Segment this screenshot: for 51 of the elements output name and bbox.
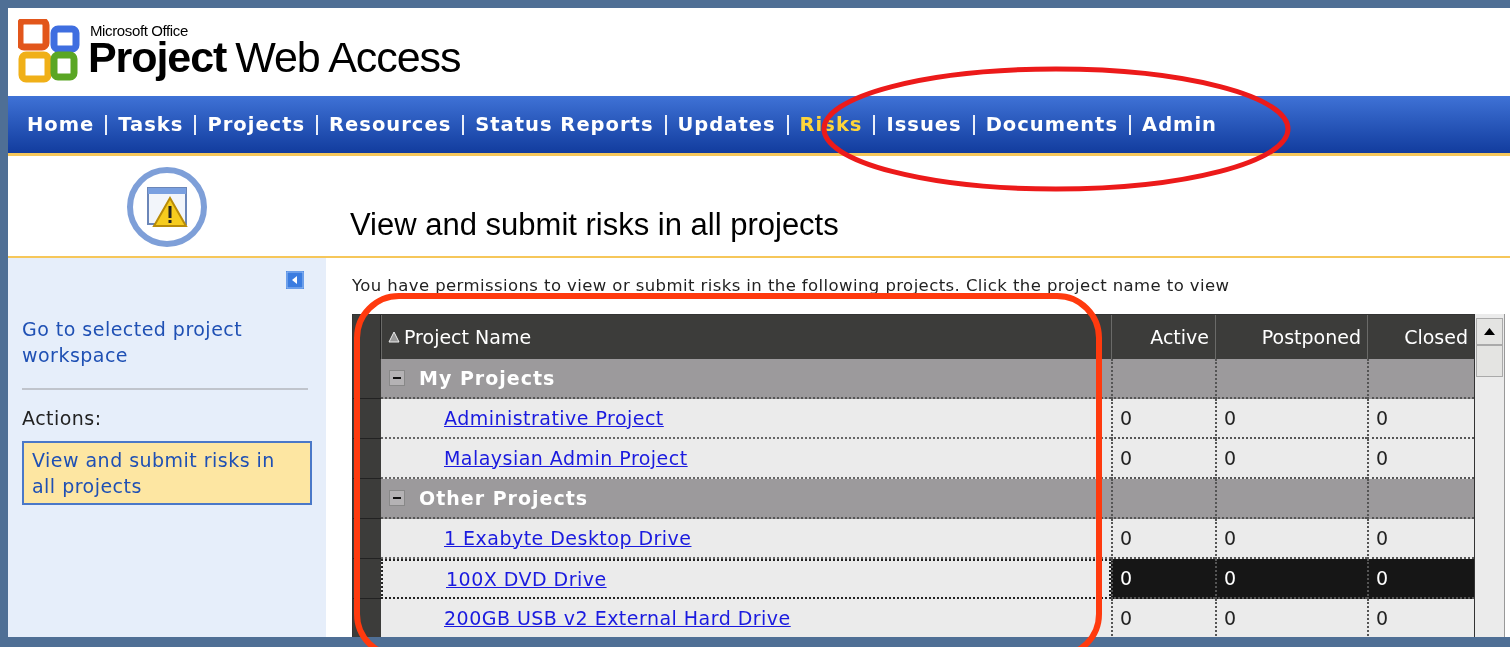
workspace-link[interactable]: Go to selected project workspace [22, 316, 292, 368]
intro-text: You have permissions to view or submit risks in the following projects. Click the project name to view [352, 275, 1231, 297]
product-name-bold: Project [88, 36, 227, 79]
column-header[interactable]: Postponed [1215, 314, 1367, 359]
nav-tab[interactable]: Resources [329, 109, 452, 140]
table-cell: 0 [1111, 438, 1215, 479]
scrollbar[interactable] [1475, 313, 1505, 637]
actions-label: Actions: [22, 406, 103, 431]
table-cell: 0 [1367, 518, 1474, 559]
table-cell: 0 [1215, 598, 1367, 637]
table-cell: 0 [1367, 558, 1474, 599]
nav-tab[interactable]: Projects [207, 109, 306, 140]
table-cell: 0 [1111, 558, 1215, 599]
brand-name: Microsoft Office [90, 23, 189, 38]
table-cell: 0 [1215, 438, 1367, 479]
table-cell: 0 [1111, 398, 1215, 439]
project-link[interactable]: 100X DVD Drive [446, 564, 607, 593]
project-link[interactable]: Administrative Project [444, 403, 664, 432]
table-cell: 0 [1111, 518, 1215, 559]
column-header[interactable]: Closed [1367, 314, 1474, 359]
collapse-icon[interactable] [286, 271, 304, 289]
scroll-up-icon[interactable] [1476, 317, 1503, 345]
project-link[interactable]: Malaysian Admin Project [444, 443, 688, 472]
collapse-toggle-icon[interactable] [389, 489, 405, 506]
column-header[interactable]: Active [1111, 314, 1215, 359]
nav-tab[interactable]: Documents [985, 109, 1119, 140]
project-link[interactable]: 200GB USB v2 External Hard Drive [444, 603, 791, 632]
action-link[interactable]: View and submit risks in all projects [22, 440, 312, 505]
nav-tab[interactable]: Home [27, 109, 95, 140]
office-logo-icon [18, 19, 82, 83]
table-cell: 0 [1215, 518, 1367, 559]
nav-tab[interactable]: Admin [1142, 109, 1217, 140]
project-link[interactable]: 1 Exabyte Desktop Drive [444, 523, 692, 552]
column-header[interactable]: Project Name [381, 314, 1111, 359]
collapse-toggle-icon[interactable] [389, 369, 405, 386]
scroll-thumb[interactable] [1476, 344, 1503, 377]
group-name: My Projects [419, 365, 556, 391]
page-title: View and submit risks in all projects [350, 205, 839, 244]
nav-tab[interactable]: Tasks [118, 109, 184, 140]
table-cell: 0 [1367, 598, 1474, 637]
product-name: Web Access [235, 36, 461, 79]
table-cell: 0 [1111, 598, 1215, 637]
risk-warning-icon [126, 166, 208, 248]
table-cell: 0 [1367, 438, 1474, 479]
table-cell: 0 [1367, 398, 1474, 439]
nav-tab[interactable]: Status Reports [475, 109, 654, 140]
table-cell: 0 [1215, 558, 1367, 599]
nav-tab[interactable]: Updates [677, 109, 776, 140]
nav-tab[interactable]: Issues [886, 109, 962, 140]
group-name: Other Projects [419, 485, 589, 511]
table-cell: 0 [1215, 398, 1367, 439]
